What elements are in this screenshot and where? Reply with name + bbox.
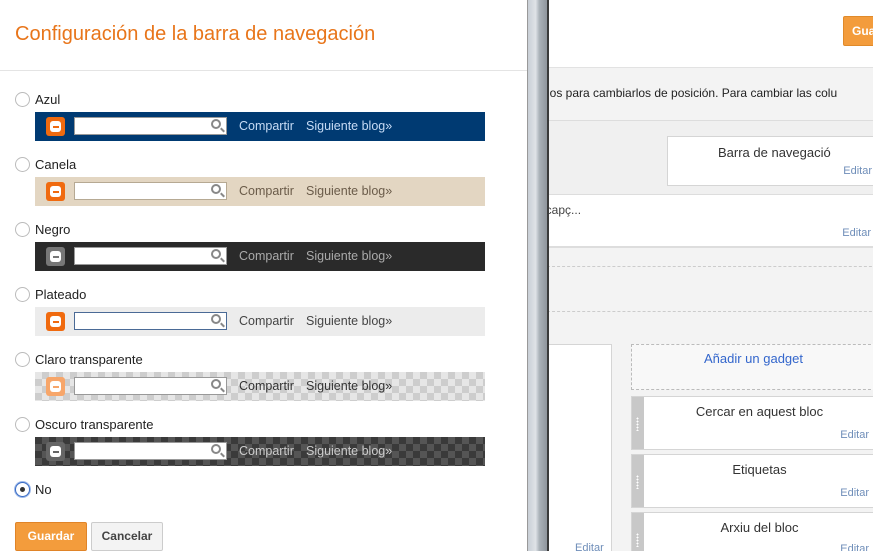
option-label: Plateado (35, 287, 87, 302)
preview-next-blog-link: Siguiente blog» (306, 379, 393, 393)
add-gadget-area[interactable]: Añadir un gadget (631, 344, 873, 390)
navbar-settings-dialog: Configuración de la barra de navegación … (0, 0, 527, 551)
search-icon (211, 444, 221, 454)
blogger-logo-icon (46, 182, 65, 201)
radio-plateado[interactable] (15, 287, 30, 302)
option-label: Oscuro transparente (35, 417, 154, 432)
preview-share-link: Compartir (239, 184, 294, 198)
layout-dashed-area (547, 266, 873, 312)
navbar-gadget: Barra de navegació Editar (667, 136, 873, 186)
preview-bar-canela[interactable]: Compartir Siguiente blog» (35, 177, 485, 206)
preview-share-link: Compartir (239, 314, 294, 328)
option-label: No (35, 482, 52, 497)
gadget-archive[interactable]: Arxiu del bloc Editar (631, 512, 873, 551)
option-label: Claro transparente (35, 352, 143, 367)
preview-search-box (74, 377, 227, 395)
search-icon (211, 184, 221, 194)
save-button[interactable]: Guardar (15, 522, 87, 551)
option-label: Canela (35, 157, 77, 172)
header-gadget-edit-link[interactable]: Editar (842, 227, 871, 239)
dialog-title: Configuración de la barra de navegación (15, 23, 376, 45)
radio-azul[interactable] (15, 92, 30, 107)
blogger-logo-icon (46, 117, 65, 136)
preview-next-blog-link: Siguiente blog» (306, 119, 393, 133)
option-label: Azul (35, 92, 61, 107)
add-gadget-link[interactable]: Añadir un gadget (632, 351, 873, 366)
radio-canela[interactable] (15, 157, 30, 172)
preview-search-box (74, 247, 227, 265)
preview-next-blog-link: Siguiente blog» (306, 444, 393, 458)
layout-description: los para cambiarlos de posición. Para ca… (547, 86, 838, 100)
preview-search-box (74, 312, 227, 330)
gadget-edit-link[interactable]: Editar (840, 543, 869, 551)
navbar-gadget-title: Barra de navegació (718, 145, 831, 160)
radio-oscuro-transparente[interactable] (15, 417, 30, 432)
blogger-logo-icon (46, 442, 65, 461)
preview-bar-oscuro-transparente[interactable]: Compartir Siguiente blog» (35, 437, 485, 466)
blogger-logo-icon (46, 312, 65, 331)
preview-bar-negro[interactable]: Compartir Siguiente blog» (35, 242, 485, 271)
dialog-separator (0, 70, 527, 71)
layout-page-background: Gua los para cambiarlos de posición. Par… (527, 0, 873, 551)
gadget-title: Arxiu del bloc (720, 520, 799, 535)
preview-bar-azul[interactable]: Compartir Siguiente blog» (35, 112, 485, 141)
gadget-edit-link[interactable]: Editar (840, 429, 869, 441)
preview-share-link: Compartir (239, 444, 294, 458)
radio-claro-transparente[interactable] (15, 352, 30, 367)
cancel-button[interactable]: Cancelar (91, 522, 163, 551)
search-icon (211, 314, 221, 324)
preview-bar-claro-transparente[interactable]: Compartir Siguiente blog» (35, 372, 485, 401)
gadget-search[interactable]: Cercar en aquest bloc Editar (631, 396, 873, 450)
main-column-edit-link[interactable]: Editar (575, 542, 604, 551)
search-icon (211, 249, 221, 259)
radio-negro[interactable] (15, 222, 30, 237)
preview-search-box (74, 117, 227, 135)
blogger-logo-icon (46, 247, 65, 266)
preview-share-link: Compartir (239, 249, 294, 263)
preview-next-blog-link: Siguiente blog» (306, 249, 393, 263)
gadget-edit-link[interactable]: Editar (840, 487, 869, 499)
preview-search-box (74, 442, 227, 460)
preview-next-blog-link: Siguiente blog» (306, 314, 393, 328)
layout-save-button[interactable]: Gua (843, 16, 873, 46)
blogger-logo-icon (46, 377, 65, 396)
navbar-gadget-edit-link[interactable]: Editar (843, 165, 872, 177)
window-divider (527, 0, 549, 551)
preview-next-blog-link: Siguiente blog» (306, 184, 393, 198)
gadget-title: Cercar en aquest bloc (695, 404, 824, 419)
preview-bar-plateado[interactable]: Compartir Siguiente blog» (35, 307, 485, 336)
preview-share-link: Compartir (239, 379, 294, 393)
header-gadget: ncapç... Editar (527, 194, 873, 247)
preview-search-box (74, 182, 227, 200)
preview-share-link: Compartir (239, 119, 294, 133)
gadget-labels[interactable]: Etiquetas Editar (631, 454, 873, 508)
option-label: Negro (35, 222, 71, 237)
layout-top-bar: Gua (527, 0, 873, 68)
gadget-title: Etiquetas (732, 462, 787, 477)
search-icon (211, 379, 221, 389)
radio-no[interactable] (15, 482, 30, 497)
search-icon (211, 119, 221, 129)
